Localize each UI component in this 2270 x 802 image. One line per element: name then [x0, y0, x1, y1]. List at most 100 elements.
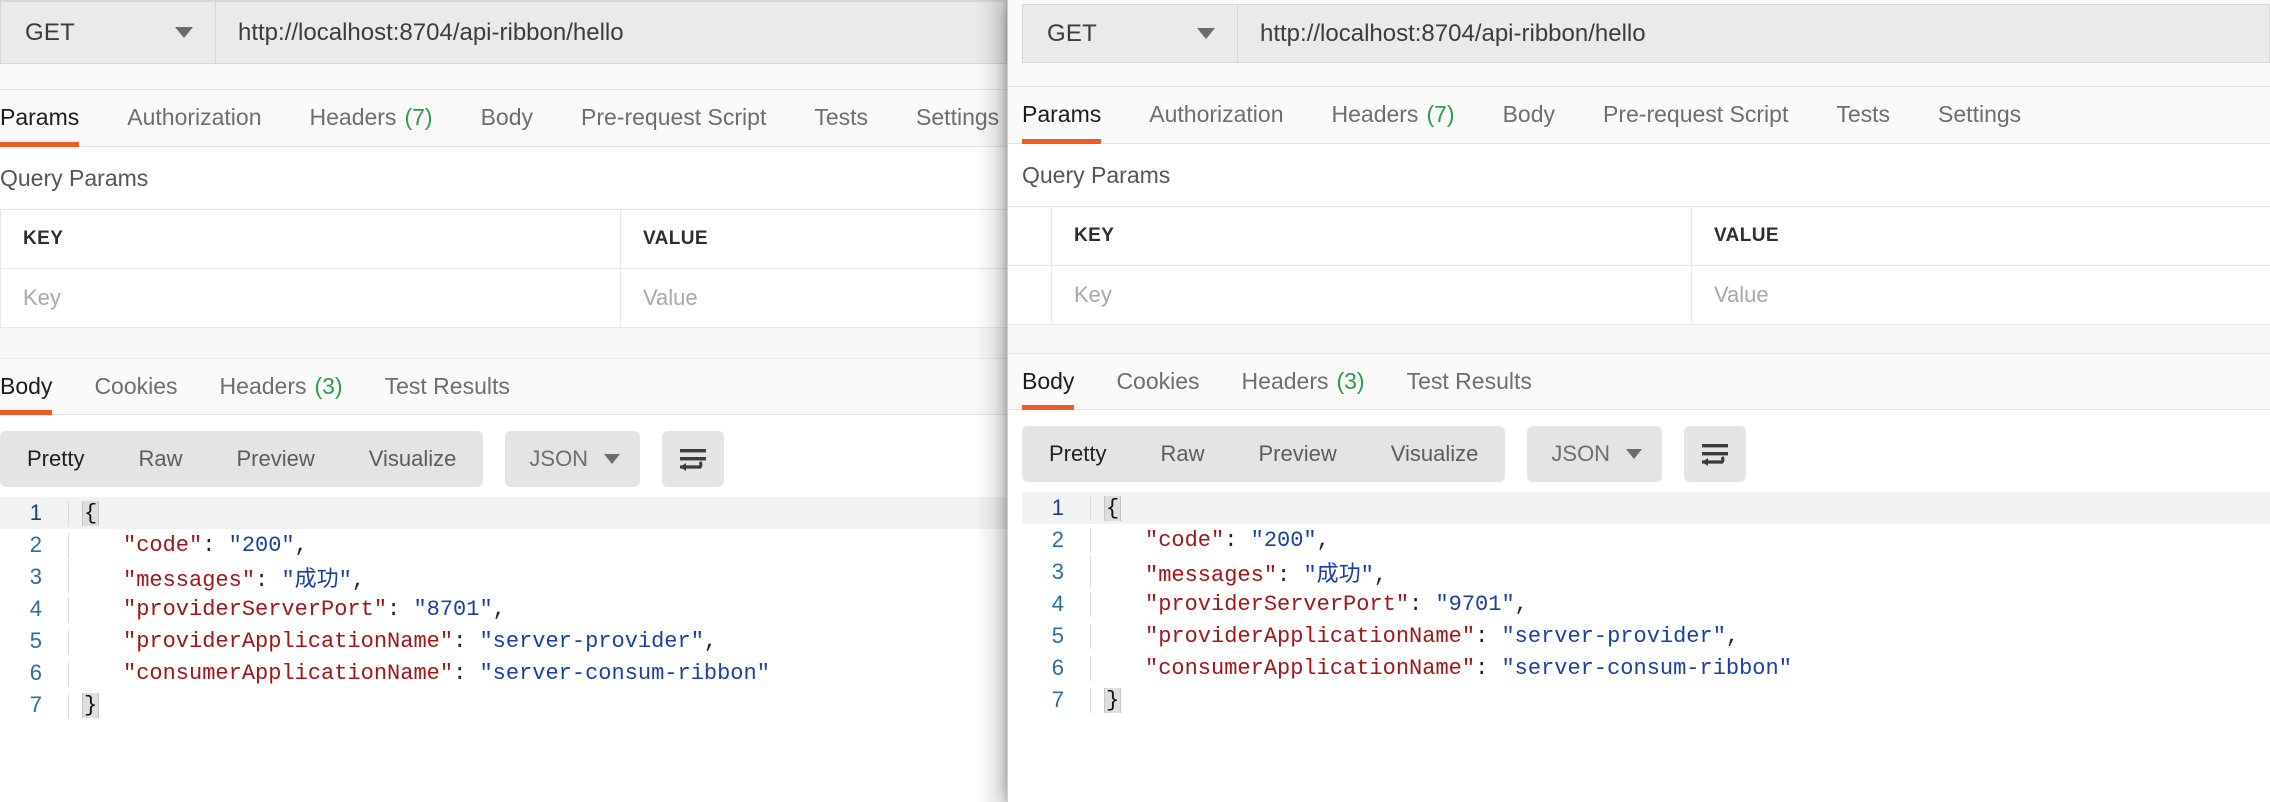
request-tabs-left: Params Authorization Headers (7) Body Pre-req…	[0, 90, 1007, 147]
response-tab-left-body[interactable]: Body	[0, 358, 53, 415]
tab-label: Body	[1502, 101, 1555, 127]
json-left-line: 5 "providerApplicationName": "server-prov…	[0, 625, 1007, 657]
json-value: "server-consum-ribbon"	[1501, 655, 1792, 681]
request-tab-right-settings[interactable]: Settings	[1938, 86, 2021, 143]
json-colon: :	[1409, 591, 1436, 617]
request-tab-right-authorization[interactable]: Authorization	[1149, 86, 1283, 143]
postman-window-right: GET http://localhost:8704/api-ribbon/hel…	[1007, 0, 2270, 802]
request-url-input-left[interactable]: http://localhost:8704/api-ribbon/hello	[215, 1, 1007, 64]
tab-label: Settings	[916, 104, 1000, 130]
response-view-left-preview[interactable]: Preview	[209, 431, 341, 487]
param-key-input[interactable]: Key	[1052, 266, 1692, 324]
column-header-key: KEY	[1, 210, 621, 268]
request-tab-right-body[interactable]: Body	[1503, 86, 1555, 143]
json-comma: ,	[1316, 527, 1330, 553]
param-key-input[interactable]: Key	[1, 269, 621, 327]
request-tab-left-pre-request-script[interactable]: Pre-request Script	[581, 89, 766, 146]
json-right-line: 6 "consumerApplicationName": "server-cons…	[1022, 652, 2270, 684]
tab-label: Pre-request Script	[1603, 101, 1789, 127]
response-tab-left-test-results[interactable]: Test Results	[385, 358, 510, 414]
request-tab-left-tests[interactable]: Tests	[814, 89, 868, 146]
response-format-select-right[interactable]: JSON	[1527, 426, 1663, 482]
code-line: "code": "200",	[68, 532, 1007, 558]
response-view-right-pretty[interactable]: Pretty	[1022, 426, 1133, 482]
chevron-down-icon	[1626, 449, 1643, 459]
response-tab-right-test-results[interactable]: Test Results	[1407, 353, 1532, 409]
response-format-select-left[interactable]: JSON	[505, 431, 641, 487]
column-header-value: VALUE	[1714, 225, 1779, 246]
code-line: "code": "200",	[1090, 527, 2270, 553]
response-view-right-preview[interactable]: Preview	[1231, 426, 1363, 482]
code-line: "messages": "成功",	[1090, 556, 2270, 588]
response-view-right-raw[interactable]: Raw	[1133, 426, 1231, 482]
line-number: 7	[29, 692, 42, 717]
tab-label: Params	[0, 104, 80, 130]
code-line: "providerServerPort": "9701",	[1090, 591, 2270, 617]
http-method-select-left[interactable]: GET	[0, 1, 215, 64]
response-tabs-left: Body Cookies Headers (3) Test Results	[0, 359, 1007, 415]
json-key: "messages"	[123, 568, 256, 593]
tab-label: Body	[0, 372, 53, 399]
json-value: "200"	[1250, 527, 1317, 553]
response-format-label: JSON	[1551, 441, 1611, 466]
chevron-down-icon	[1197, 28, 1215, 39]
response-body-json-right[interactable]: 1{2 "code": "200", 3 "messages": "成功", 4 "pro…	[1008, 492, 2270, 716]
request-tab-left-body[interactable]: Body	[481, 89, 533, 146]
response-view-left-visualize[interactable]: Visualize	[342, 431, 484, 487]
tab-label: Headers	[219, 372, 307, 399]
line-number: 5	[1051, 623, 1064, 648]
tab-label: Params	[1022, 101, 1102, 127]
postman-window-left: GET http://localhost:8704/api-ribbon/hel…	[0, 0, 1007, 802]
code-line: {	[1090, 495, 2270, 521]
json-colon: :	[453, 628, 480, 654]
json-comma: ,	[351, 568, 366, 593]
tab-label: Test Results	[1406, 367, 1532, 394]
request-tab-left-settings[interactable]: Settings	[916, 89, 999, 146]
json-right-line: 4 "providerServerPort": "9701",	[1022, 588, 2270, 620]
response-body-json-left[interactable]: 1{2 "code": "200", 3 "messages": "成功", 4 "pro…	[0, 497, 1007, 721]
wrap-lines-button-left[interactable]	[662, 431, 725, 487]
response-view-switcher-left: Pretty Raw Preview Visualize	[0, 431, 484, 487]
json-comma: ,	[1725, 623, 1740, 649]
json-key: "providerServerPort"	[1145, 591, 1410, 617]
request-tab-right-params[interactable]: Params	[1022, 86, 1102, 144]
json-open-brace: {	[81, 500, 100, 526]
json-key: "providerApplicationName"	[1145, 623, 1476, 649]
response-tab-left-cookies[interactable]: Cookies	[94, 358, 177, 414]
request-tab-right-pre-request-script[interactable]: Pre-request Script	[1603, 86, 1788, 143]
row-checkbox-cell[interactable]	[1008, 266, 1052, 324]
json-value: "200"	[228, 532, 295, 558]
request-tab-right-headers[interactable]: Headers (7)	[1332, 86, 1455, 143]
request-tab-left-headers[interactable]: Headers (7)	[310, 89, 433, 146]
response-tab-left-headers[interactable]: Headers (3)	[220, 358, 343, 414]
wrap-lines-button-right[interactable]	[1684, 426, 1747, 482]
param-value-input[interactable]: Value	[1692, 266, 2270, 324]
response-view-left-raw[interactable]: Raw	[111, 431, 209, 487]
json-key: "code"	[1145, 527, 1225, 553]
param-value-input[interactable]: Value	[621, 269, 1007, 327]
column-header-key: KEY	[1052, 207, 1692, 265]
response-view-left-pretty[interactable]: Pretty	[0, 431, 111, 487]
request-tab-left-authorization[interactable]: Authorization	[127, 89, 261, 146]
json-left-line: 4 "providerServerPort": "8701",	[0, 593, 1007, 625]
json-close-brace: }	[1103, 687, 1122, 713]
json-comma: ,	[1373, 563, 1388, 588]
request-url-bar-left: GET http://localhost:8704/api-ribbon/hel…	[0, 1, 1007, 64]
json-right-line: 5 "providerApplicationName": "server-prov…	[1022, 620, 2270, 652]
response-tab-right-headers[interactable]: Headers (3)	[1242, 353, 1365, 409]
table-row[interactable]: Key Value	[0, 269, 1007, 328]
response-tab-right-cookies[interactable]: Cookies	[1116, 353, 1199, 409]
json-key: "messages"	[1145, 563, 1278, 588]
json-colon: :	[1277, 563, 1304, 588]
request-url-input-right[interactable]: http://localhost:8704/api-ribbon/hello	[1237, 4, 2270, 63]
json-colon: :	[453, 660, 480, 686]
request-tab-right-tests[interactable]: Tests	[1836, 86, 1890, 143]
request-tab-left-params[interactable]: Params	[0, 89, 80, 147]
tab-label: Cookies	[1116, 367, 1200, 394]
json-comma: ,	[1514, 591, 1528, 617]
response-tab-right-body[interactable]: Body	[1022, 353, 1075, 410]
table-row[interactable]: Key Value	[1008, 266, 2270, 325]
line-number: 6	[1051, 655, 1064, 680]
response-view-right-visualize[interactable]: Visualize	[1364, 426, 1506, 482]
http-method-select-right[interactable]: GET	[1022, 4, 1237, 63]
